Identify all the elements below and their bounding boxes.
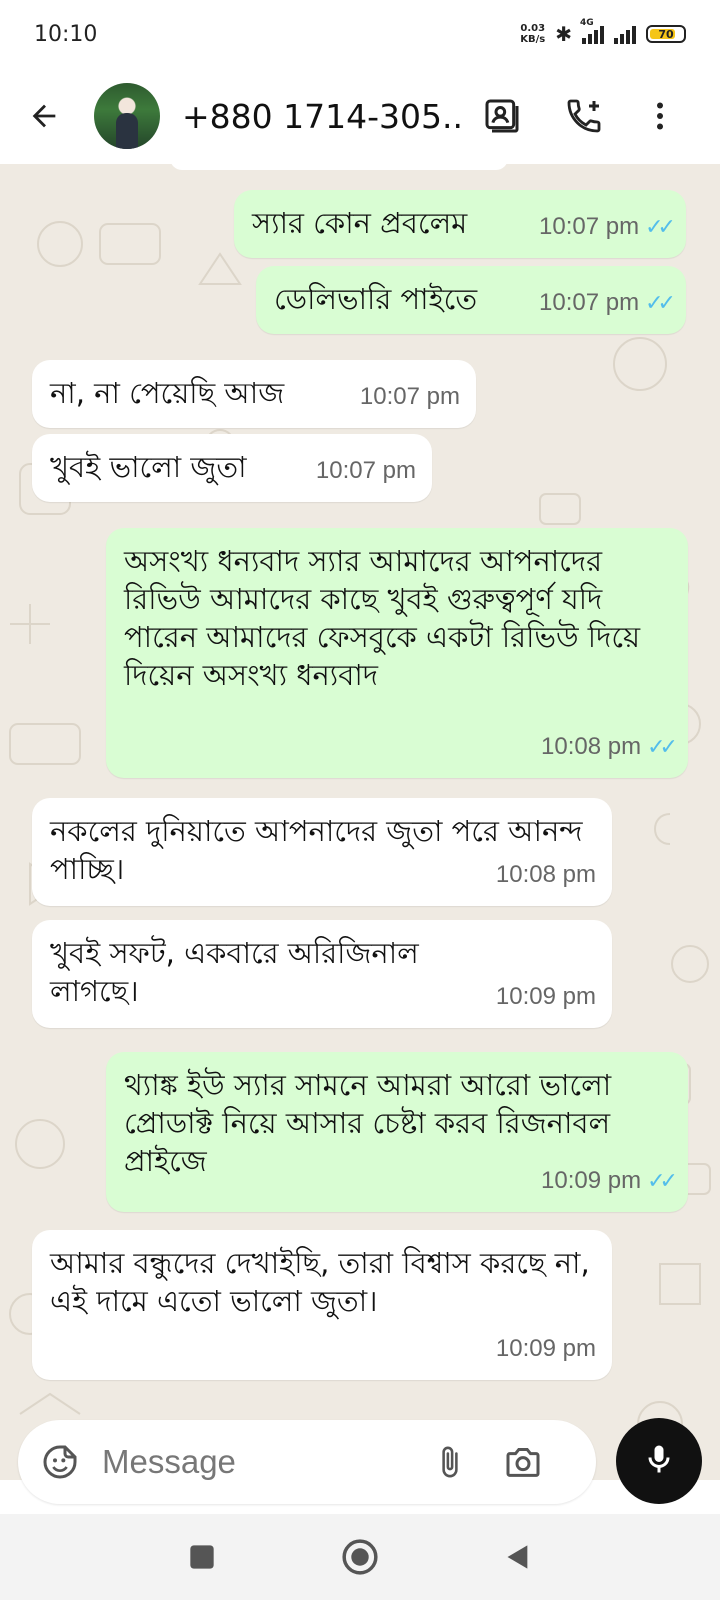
message-meta: 10:07 pm <box>316 452 416 490</box>
add-call-icon[interactable] <box>554 86 614 146</box>
message-meta: 10:09 pm ✓✓ <box>541 1162 678 1200</box>
sticker-emoji-icon[interactable] <box>38 1440 82 1484</box>
status-icons: 0.03 KB/s ✱ 4G 70 <box>520 18 686 46</box>
message-input[interactable] <box>102 1443 422 1481</box>
microphone-icon <box>641 1441 677 1481</box>
message-time: 10:09 pm <box>541 1167 642 1194</box>
net-speed: 0.03 KB/s <box>520 23 545 45</box>
previous-message-edge <box>170 164 508 170</box>
microphone-button[interactable] <box>616 1418 702 1504</box>
message-bubble-incoming[interactable]: আমার বন্ধুদের দেখাইছি, তারা বিশ্বাস করছে… <box>32 1230 612 1380</box>
message-bubble-incoming[interactable]: খুবই ভালো জুতা 10:07 pm <box>32 434 432 502</box>
net-speed-value: 0.03 <box>520 23 546 34</box>
signal-icon <box>614 24 636 44</box>
message-time: 10:07 pm <box>539 213 640 240</box>
avatar[interactable] <box>94 83 160 149</box>
message-meta: 10:08 pm ✓✓ <box>541 728 678 766</box>
signal-4g-icon: 4G <box>580 18 604 44</box>
message-time: 10:07 pm <box>539 289 640 316</box>
net-speed-unit: KB/s <box>520 34 546 45</box>
message-bubble-incoming[interactable]: খুবই সফট, একবারে অরিজিনাল লাগছে। 10:09 p… <box>32 920 612 1028</box>
contact-card-icon[interactable] <box>472 86 532 146</box>
message-time: 10:08 pm <box>541 733 642 760</box>
recents-square-icon[interactable] <box>178 1533 226 1581</box>
message-text: খুবই সফট, একবারে অরিজিনাল লাগছে। <box>50 936 419 1008</box>
status-time: 10:10 <box>34 21 98 47</box>
chat-area[interactable]: স্যার কোন প্রবলেম 10:07 pm ✓✓ ডেলিভারি প… <box>0 164 720 1480</box>
message-meta: 10:08 pm <box>496 856 596 894</box>
message-time: 10:09 pm <box>495 1335 596 1362</box>
home-circle-icon[interactable] <box>336 1533 384 1581</box>
back-triangle-icon[interactable] <box>494 1533 542 1581</box>
message-composer <box>18 1420 596 1504</box>
message-bubble-outgoing[interactable]: থ্যাঙ্ক ইউ স্যার সামনে আমরা আরো ভালো প্র… <box>106 1052 688 1212</box>
message-time: 10:09 pm <box>495 983 596 1010</box>
contact-name[interactable]: +880 1714-305... <box>182 97 460 136</box>
read-ticks-icon: ✓✓ <box>645 214 676 239</box>
message-meta: 10:09 pm <box>496 1330 596 1368</box>
message-bubble-incoming[interactable]: না, না পেয়েছি আজ 10:07 pm <box>32 360 476 428</box>
message-bubble-outgoing[interactable]: অসংখ্য ধন্যবাদ স্যার আমাদের আপনাদের রিভি… <box>106 528 688 778</box>
message-time: 10:08 pm <box>495 861 596 888</box>
attach-paperclip-icon[interactable] <box>428 1440 472 1484</box>
system-nav-bar <box>0 1514 720 1600</box>
status-bar: 10:10 0.03 KB/s ✱ 4G 70 <box>0 0 720 68</box>
message-bubble-outgoing[interactable]: ডেলিভারি পাইতে 10:07 pm ✓✓ <box>256 266 686 334</box>
back-arrow-icon[interactable] <box>20 92 68 140</box>
more-vert-icon[interactable] <box>630 86 690 146</box>
message-meta: 10:07 pm ✓✓ <box>539 284 676 322</box>
message-text: অসংখ্য ধন্যবাদ স্যার আমাদের আপনাদের রিভি… <box>124 544 641 692</box>
message-meta: 10:09 pm <box>496 978 596 1016</box>
message-time: 10:07 pm <box>315 457 416 484</box>
message-meta: 10:07 pm <box>360 378 460 416</box>
message-bubble-incoming[interactable]: নকলের দুনিয়াতে আপনাদের জুতা পরে আনন্দ প… <box>32 798 612 906</box>
read-ticks-icon: ✓✓ <box>647 1168 678 1193</box>
message-text: আমার বন্ধুদের দেখাইছি, তারা বিশ্বাস করছে… <box>50 1246 590 1318</box>
battery-icon: 70 <box>646 25 686 43</box>
network-type: 4G <box>580 18 594 28</box>
read-ticks-icon: ✓✓ <box>645 290 676 315</box>
camera-icon[interactable] <box>498 1440 548 1484</box>
message-meta: 10:07 pm ✓✓ <box>539 208 676 246</box>
bluetooth-icon: ✱ <box>555 22 572 46</box>
message-time: 10:07 pm <box>359 383 460 410</box>
message-bubble-outgoing[interactable]: স্যার কোন প্রবলেম 10:07 pm ✓✓ <box>234 190 686 258</box>
chat-header: +880 1714-305... <box>0 68 720 164</box>
read-ticks-icon: ✓✓ <box>647 734 678 759</box>
battery-level: 70 <box>658 27 674 41</box>
